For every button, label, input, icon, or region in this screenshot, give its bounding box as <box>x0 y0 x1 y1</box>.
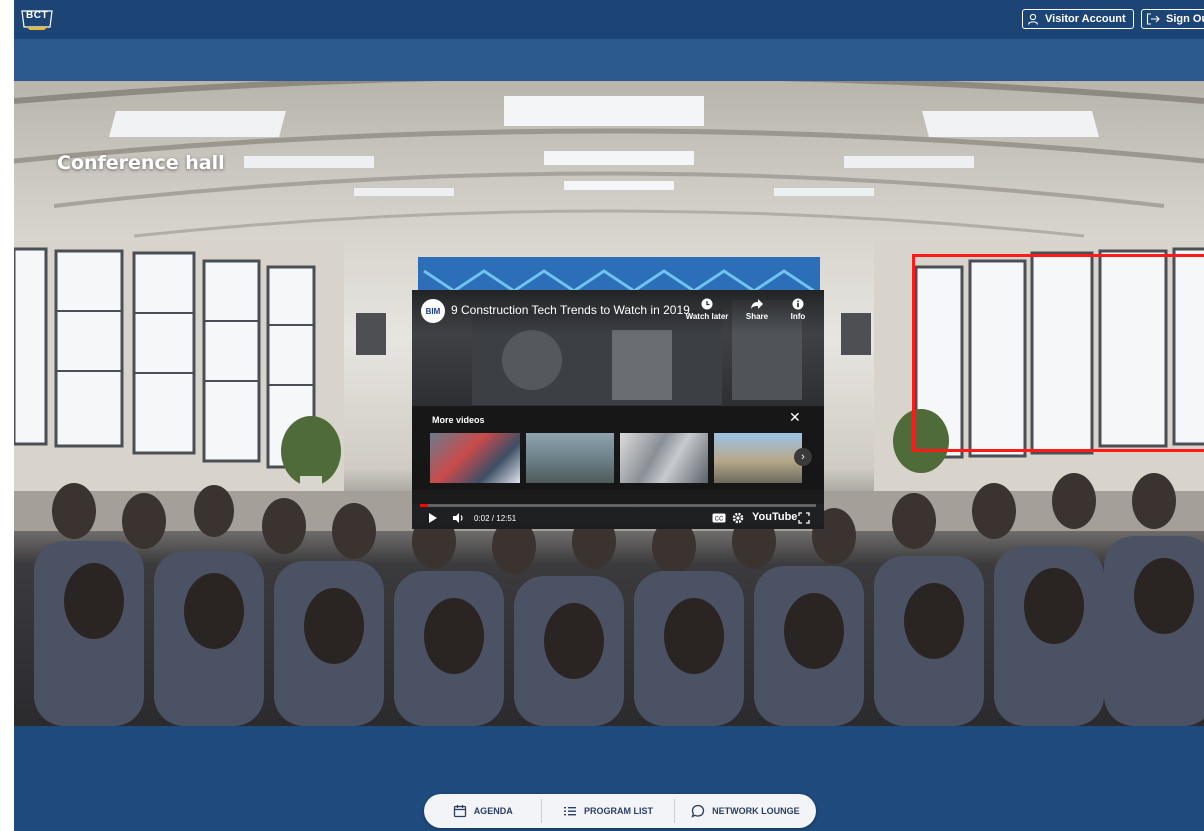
more-videos-panel: More videos ✕ › <box>412 406 824 490</box>
volume-icon[interactable] <box>452 512 466 524</box>
app-frame: BCT Visitor Account Sign Out <box>14 0 1204 831</box>
share-icon <box>751 299 763 309</box>
svg-text:CC: CC <box>715 516 724 522</box>
youtube-logo[interactable]: YouTube <box>752 511 797 523</box>
bottom-area: AGENDA PROGRAM LIST NETWORK LOUNGE <box>14 726 1204 831</box>
network-lounge-label: NETWORK LOUNGE <box>712 806 800 816</box>
chevron-right-icon[interactable]: › <box>794 448 812 466</box>
video-thumbnail[interactable] <box>526 433 614 483</box>
captions-icon[interactable]: CC <box>712 513 726 523</box>
sign-out-label: Sign Out <box>1166 13 1204 25</box>
player-controls: 0:02 / 12:51 CC YouTube <box>412 509 824 529</box>
more-videos-label: More videos <box>432 415 485 425</box>
visitor-account-button[interactable]: Visitor Account <box>1022 9 1134 29</box>
agenda-button[interactable]: AGENDA <box>424 799 541 823</box>
list-icon <box>564 807 577 816</box>
info-label: Info <box>790 312 806 321</box>
chat-bubble-icon <box>691 804 705 818</box>
sign-out-button[interactable]: Sign Out <box>1141 9 1204 29</box>
watch-later-button[interactable]: Watch later <box>682 298 732 321</box>
share-label: Share <box>745 312 769 321</box>
conference-hall-scene: Conference hall BIM 9 Construction Tech … <box>14 81 1204 726</box>
video-thumbnail[interactable] <box>714 433 802 483</box>
sign-out-icon <box>1146 13 1160 25</box>
video-player[interactable]: BIM 9 Construction Tech Trends to Watch … <box>412 290 824 529</box>
hall-title: Conference hall <box>57 152 225 174</box>
program-list-button[interactable]: PROGRAM LIST <box>541 799 675 823</box>
video-time: 0:02 / 12:51 <box>474 514 517 523</box>
top-bar: BCT Visitor Account Sign Out <box>14 0 1204 39</box>
share-button[interactable]: Share <box>742 298 772 321</box>
logo-text: BCT <box>26 10 49 21</box>
channel-avatar[interactable]: BIM <box>421 299 445 323</box>
bottom-nav: AGENDA PROGRAM LIST NETWORK LOUNGE <box>424 794 816 828</box>
progress-fill <box>420 504 428 507</box>
network-lounge-button[interactable]: NETWORK LOUNGE <box>675 799 816 823</box>
agenda-label: AGENDA <box>473 806 513 816</box>
calendar-icon <box>453 805 466 818</box>
highlight-box <box>912 254 1204 452</box>
visitor-account-label: Visitor Account <box>1045 13 1126 25</box>
info-button[interactable]: Info <box>784 298 812 321</box>
fullscreen-icon[interactable] <box>798 512 810 524</box>
video-header: BIM 9 Construction Tech Trends to Watch … <box>412 290 824 334</box>
video-title[interactable]: 9 Construction Tech Trends to Watch in 2… <box>451 303 690 317</box>
watch-later-label: Watch later <box>685 312 729 321</box>
close-icon[interactable]: ✕ <box>789 409 801 426</box>
info-icon <box>792 298 804 310</box>
play-icon[interactable] <box>428 512 438 524</box>
gear-icon[interactable] <box>732 512 744 524</box>
video-thumbnail[interactable] <box>430 433 520 483</box>
user-icon <box>1027 13 1039 25</box>
sub-header-bar <box>14 39 1204 81</box>
video-thumbnail[interactable] <box>620 433 708 483</box>
logo[interactable]: BCT <box>20 8 54 30</box>
clock-icon <box>701 298 713 310</box>
program-list-label: PROGRAM LIST <box>584 806 654 816</box>
progress-bar[interactable] <box>420 504 816 507</box>
